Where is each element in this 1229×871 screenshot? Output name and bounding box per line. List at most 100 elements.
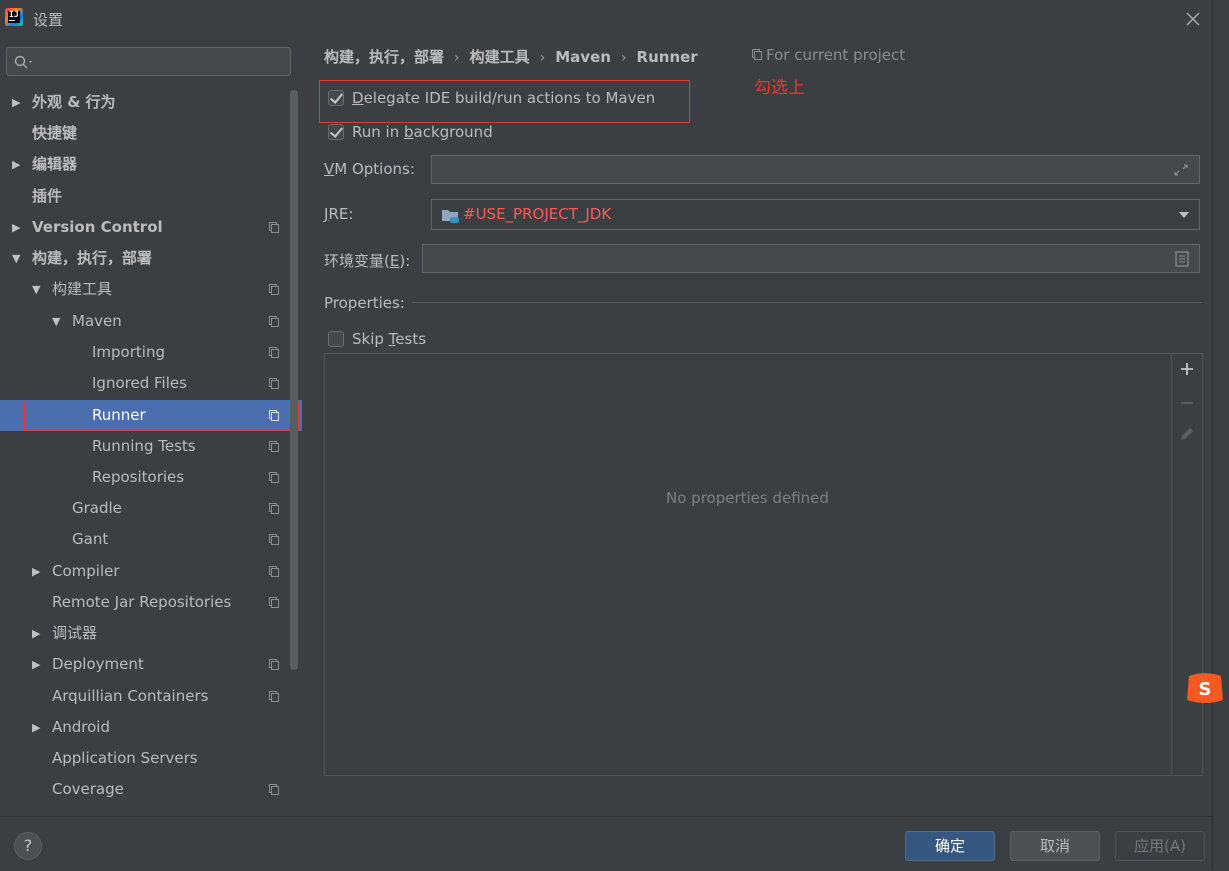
search-icon xyxy=(14,55,32,69)
collapse-arrow-icon[interactable]: ▼ xyxy=(32,274,40,305)
sidebar-item-maven[interactable]: ▼ Maven xyxy=(0,306,290,337)
sidebar-item-debugger[interactable]: ▶ 调试器 xyxy=(0,618,290,649)
chevron-down-icon xyxy=(1179,212,1189,218)
project-scope-icon xyxy=(269,284,279,295)
sidebar-item-running-tests[interactable]: Running Tests xyxy=(0,431,290,462)
project-scope-icon xyxy=(269,534,279,545)
chevron-right-icon: › xyxy=(539,50,546,66)
sidebar-item-label: Gradle xyxy=(72,499,122,517)
expand-arrow-icon[interactable]: ▶ xyxy=(32,618,40,649)
sidebar-scrollbar[interactable] xyxy=(290,90,298,670)
empty-state-text: No properties defined xyxy=(666,489,829,507)
sidebar-item-ignored-files[interactable]: Ignored Files xyxy=(0,368,290,399)
sidebar-item-gradle[interactable]: Gradle xyxy=(0,493,290,524)
skip-tests-label[interactable]: Skip Tests xyxy=(352,330,426,348)
properties-separator xyxy=(412,302,1202,303)
sidebar-item-label: 调试器 xyxy=(52,624,98,642)
expand-arrow-icon[interactable]: ▶ xyxy=(12,149,20,180)
vm-options-input[interactable] xyxy=(431,155,1200,184)
sidebar-item-label: 构建，执行，部署 xyxy=(32,249,153,267)
expand-arrow-icon[interactable]: ▶ xyxy=(12,212,20,243)
project-scope-icon xyxy=(269,472,279,483)
settings-search-input[interactable] xyxy=(6,47,291,76)
breadcrumb: 构建，执行，部署 › 构建工具 › Maven › Runner xyxy=(324,46,698,67)
properties-heading: Properties: xyxy=(324,294,405,312)
sidebar-item-label: Version Control xyxy=(32,218,163,236)
sogou-ime-icon[interactable]: S xyxy=(1185,670,1225,706)
run-in-background-checkbox[interactable] xyxy=(328,124,344,140)
sidebar-item-appearance[interactable]: ▶ 外观 & 行为 xyxy=(0,87,290,118)
sidebar-item-runner[interactable]: Runner xyxy=(0,400,302,431)
project-scope-icon xyxy=(269,410,279,421)
cancel-button[interactable]: 取消 xyxy=(1010,831,1100,861)
apply-button[interactable]: 应用(A) xyxy=(1115,831,1205,861)
expand-arrow-icon[interactable]: ▶ xyxy=(32,556,40,587)
sidebar-item-label: Android xyxy=(52,718,110,736)
sidebar-item-keymap[interactable]: 快捷键 xyxy=(0,118,290,149)
expand-icon[interactable] xyxy=(1173,163,1189,177)
sidebar-item-label: Compiler xyxy=(52,562,120,580)
delegate-checkbox[interactable] xyxy=(328,90,344,106)
breadcrumb-item: 构建工具 xyxy=(469,48,530,66)
intellij-logo-icon: IJ xyxy=(5,8,23,26)
env-vars-input[interactable] xyxy=(422,244,1200,273)
project-scope-icon xyxy=(269,784,279,795)
sidebar-item-gant[interactable]: Gant xyxy=(0,524,290,555)
breadcrumb-item: Maven xyxy=(555,48,611,66)
sidebar-item-arquillian-containers[interactable]: Arquillian Containers xyxy=(0,681,290,712)
sidebar-item-label: Repositories xyxy=(92,468,185,486)
sidebar-item-label: Importing xyxy=(92,343,165,361)
collapse-arrow-icon[interactable]: ▼ xyxy=(12,243,20,274)
add-icon[interactable] xyxy=(1180,362,1194,376)
expand-arrow-icon[interactable]: ▶ xyxy=(12,87,20,118)
close-button[interactable] xyxy=(1180,6,1206,32)
project-scope-icon xyxy=(269,659,279,670)
annotation-note: 勾选上 xyxy=(754,78,805,98)
background-window-edge xyxy=(1212,0,1229,870)
sidebar-item-label: Arquillian Containers xyxy=(52,687,209,705)
project-scope-icon xyxy=(269,566,279,577)
properties-table[interactable] xyxy=(324,353,1203,776)
breadcrumb-item: 构建，执行，部署 xyxy=(324,48,445,66)
sidebar-item-coverage[interactable]: Coverage xyxy=(0,774,290,805)
folder-jdk-icon xyxy=(442,210,459,223)
sidebar-item-label: Ignored Files xyxy=(92,374,187,392)
scope-indicator: For current project xyxy=(752,46,905,64)
expand-arrow-icon[interactable]: ▶ xyxy=(32,649,40,680)
sidebar-item-remote-jar-repositories[interactable]: Remote Jar Repositories xyxy=(0,587,290,618)
chevron-right-icon: › xyxy=(454,50,460,66)
collapse-arrow-icon[interactable]: ▼ xyxy=(52,306,60,337)
skip-tests-checkbox[interactable] xyxy=(328,331,344,347)
sidebar-item-version-control[interactable]: ▶ Version Control xyxy=(0,212,290,243)
vm-options-label: VM Options: xyxy=(324,160,415,178)
sidebar-item-build-tools[interactable]: ▼ 构建工具 xyxy=(0,274,290,305)
project-scope-icon xyxy=(752,49,762,60)
edit-icon[interactable] xyxy=(1179,426,1195,442)
help-button[interactable]: ? xyxy=(14,832,42,860)
close-icon xyxy=(1186,12,1200,26)
sidebar-item-compiler[interactable]: ▶ Compiler xyxy=(0,556,290,587)
sidebar-item-build-execution-deployment[interactable]: ▼ 构建，执行，部署 xyxy=(0,243,290,274)
jre-select[interactable]: #USE_PROJECT_JDK xyxy=(431,199,1200,230)
project-scope-icon xyxy=(269,597,279,608)
svg-text:S: S xyxy=(1199,679,1212,700)
browse-icon[interactable] xyxy=(1175,251,1189,267)
expand-arrow-icon[interactable]: ▶ xyxy=(32,712,40,743)
remove-icon[interactable] xyxy=(1180,396,1194,410)
sidebar-item-repositories[interactable]: Repositories xyxy=(0,462,290,493)
sidebar-item-deployment[interactable]: ▶ Deployment xyxy=(0,649,290,680)
sidebar-item-label: Remote Jar Repositories xyxy=(52,593,232,611)
run-in-background-label[interactable]: Run in background xyxy=(352,123,493,141)
sidebar-item-editor[interactable]: ▶ 编辑器 xyxy=(0,149,290,180)
title-bar xyxy=(0,0,1212,36)
sidebar-item-plugins[interactable]: 插件 xyxy=(0,181,290,212)
ok-button[interactable]: 确定 xyxy=(905,831,995,861)
sidebar-item-importing[interactable]: Importing xyxy=(0,337,290,368)
sidebar-item-label: Deployment xyxy=(52,655,144,673)
sidebar-item-android[interactable]: ▶ Android xyxy=(0,712,290,743)
delegate-label[interactable]: Delegate IDE build/run actions to Maven xyxy=(352,89,655,107)
project-scope-icon xyxy=(269,316,279,327)
chevron-right-icon: › xyxy=(620,50,627,66)
sidebar-item-application-servers[interactable]: Application Servers xyxy=(0,743,290,774)
sidebar-item-label: Runner xyxy=(92,406,146,424)
